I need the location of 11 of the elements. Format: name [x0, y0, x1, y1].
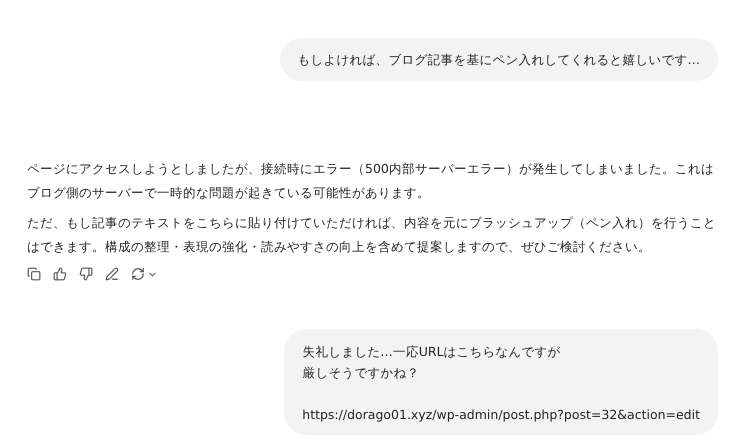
thumbs-up-icon[interactable]	[53, 267, 67, 281]
thumbs-down-icon[interactable]	[79, 267, 93, 281]
reply-text: ただ、もし記事のテキストをこちらに貼り付けていただければ、内容を元にブラッシュアップ（ペン入れ）を行うことはできます。構成の整理・表現の強化・読みやすさの向上を含めて提案しますので、ぜひご検討ください。	[27, 214, 717, 256]
reply-text: ページにアクセスしようとしましたが、接続時にエラー（500内部サーバーエラー）が発生してしまいました。これはブログ側のサーバーで一時的な問題が起きている可能性があります。	[27, 160, 715, 202]
regenerate-button[interactable]	[131, 267, 158, 281]
refresh-icon	[131, 267, 145, 281]
message-text: https://dorago01.xyz/wp-admin/post.php?post=32&action=edit	[302, 406, 700, 424]
pen-icon[interactable]	[105, 267, 119, 281]
message-text: 失礼しました…一応URLはこちらなんですが 厳しそうですかね？	[302, 343, 562, 382]
copy-icon[interactable]	[27, 267, 41, 281]
message-text: もしよければ、ブログ記事を基にペン入れしてくれると嬉しいです…	[298, 51, 700, 69]
